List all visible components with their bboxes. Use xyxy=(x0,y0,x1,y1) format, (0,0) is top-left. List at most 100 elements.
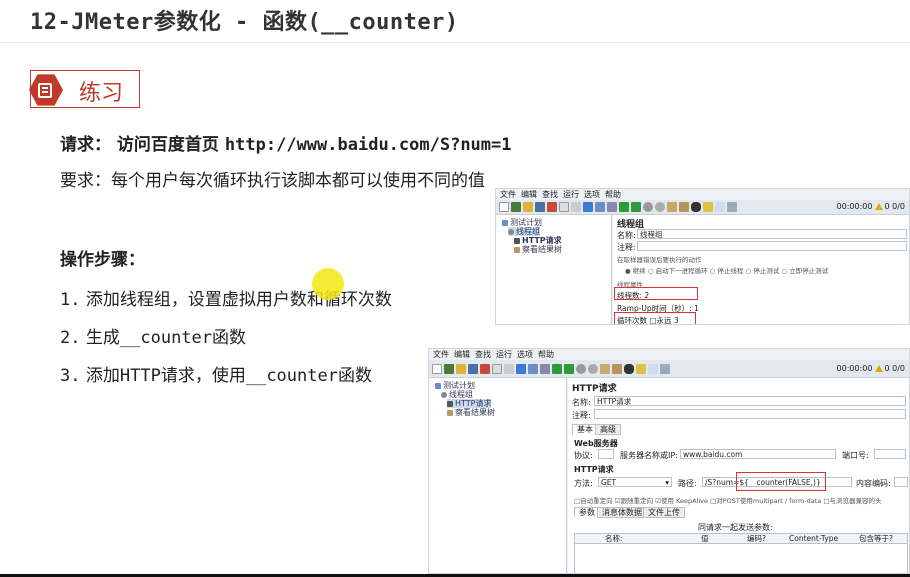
new-icon[interactable] xyxy=(499,202,509,212)
start-icon[interactable] xyxy=(552,363,562,374)
menu-options[interactable]: 选项 xyxy=(584,190,600,199)
comment-input[interactable] xyxy=(594,409,906,419)
protocol-input[interactable] xyxy=(598,449,614,459)
tree-node-thread-group[interactable]: 线程组 xyxy=(441,390,473,399)
encoding-input[interactable] xyxy=(894,477,908,487)
web-server-label: Web服务器 xyxy=(574,439,618,448)
radio-stop-thread[interactable]: ○ 停止线程 xyxy=(710,267,744,275)
tree-node-test-plan[interactable]: 测试计划 xyxy=(435,381,475,390)
server-input[interactable]: www.baidu.com xyxy=(680,449,836,459)
copy-icon[interactable] xyxy=(492,363,502,374)
menu-file[interactable]: 文件 xyxy=(500,190,516,199)
expand-icon[interactable] xyxy=(583,202,593,212)
http-request-panel: HTTP请求 名称: HTTP请求 注释: 基本 高级 Web服务器 协议: 服… xyxy=(568,378,909,573)
redirect-auto-checkbox[interactable]: □自动重定向 xyxy=(574,497,613,505)
subtab-files-upload[interactable]: 文件上传 xyxy=(643,507,685,518)
start-no-pause-icon[interactable] xyxy=(564,363,574,374)
radio-stop-test[interactable]: ○ 停止测试 xyxy=(745,267,779,275)
clear-all-icon[interactable] xyxy=(679,202,689,212)
comment-input[interactable] xyxy=(637,241,907,251)
search-icon[interactable] xyxy=(624,363,634,374)
cut-icon[interactable] xyxy=(547,202,557,212)
menu-edit[interactable]: 编辑 xyxy=(521,190,537,199)
open-icon[interactable] xyxy=(456,363,466,374)
expand-icon[interactable] xyxy=(516,363,526,374)
function-helper-icon[interactable] xyxy=(715,202,725,212)
thread-group-icon xyxy=(441,392,447,398)
badge-label: 练习 xyxy=(79,81,124,106)
name-input[interactable]: HTTP请求 xyxy=(594,396,906,406)
cut-icon[interactable] xyxy=(480,363,490,374)
port-input[interactable] xyxy=(874,449,906,459)
clear-icon[interactable] xyxy=(667,202,677,212)
toggle-icon[interactable] xyxy=(540,363,550,374)
templates-icon[interactable] xyxy=(444,363,454,374)
stop-icon[interactable] xyxy=(643,202,653,212)
shutdown-icon[interactable] xyxy=(588,363,598,374)
tree-node-http-request[interactable]: HTTP请求 xyxy=(514,236,562,245)
clear-all-icon[interactable] xyxy=(612,363,622,374)
keepalive-checkbox[interactable]: ☑使用 KeepAlive xyxy=(655,497,708,505)
encoding-label: 内容编码: xyxy=(856,479,891,488)
menu-search[interactable]: 查找 xyxy=(475,350,491,359)
menu-run[interactable]: 运行 xyxy=(496,350,512,359)
stop-icon[interactable] xyxy=(576,363,586,374)
subtab-body-data[interactable]: 消息体数据 xyxy=(597,507,647,518)
search-icon[interactable] xyxy=(691,202,701,212)
browser-headers-checkbox[interactable]: □与浏览器兼容的头 xyxy=(823,497,881,505)
paste-icon[interactable] xyxy=(504,363,514,374)
test-plan-tree: 测试计划 线程组 HTTP请求 察看结果树 xyxy=(496,215,612,324)
save-icon[interactable] xyxy=(468,363,478,374)
http-request-section-label: HTTP请求 xyxy=(574,465,614,474)
function-helper-icon[interactable] xyxy=(648,363,658,374)
follow-redirects-checkbox[interactable]: ☑跟随重定向 xyxy=(615,497,653,505)
method-select[interactable]: GET ▾ xyxy=(598,477,672,487)
sampler-icon xyxy=(447,401,453,407)
mouse-highlight xyxy=(312,268,344,300)
radio-next-loop[interactable]: ○ 启动下一进程循环 xyxy=(648,267,708,275)
menu-help[interactable]: 帮助 xyxy=(605,190,621,199)
path-highlight-box xyxy=(736,472,826,491)
start-no-pause-icon[interactable] xyxy=(631,202,641,212)
paste-icon[interactable] xyxy=(571,202,581,212)
menu-file[interactable]: 文件 xyxy=(433,350,449,359)
clear-icon[interactable] xyxy=(600,363,610,374)
test-plan-tree: 测试计划 线程组 HTTP请求 察看结果树 xyxy=(429,378,567,573)
menu-options[interactable]: 选项 xyxy=(517,350,533,359)
shutdown-icon[interactable] xyxy=(655,202,665,212)
help-icon[interactable] xyxy=(727,202,737,212)
toggle-icon[interactable] xyxy=(607,202,617,212)
tree-node-results-tree[interactable]: 察看结果树 xyxy=(447,408,495,417)
new-icon[interactable] xyxy=(432,363,442,374)
help-icon[interactable] xyxy=(660,363,670,374)
templates-icon[interactable] xyxy=(511,202,521,212)
comment-label: 注释: xyxy=(572,411,591,420)
test-plan-icon xyxy=(502,220,508,226)
tab-advanced[interactable]: 高级 xyxy=(595,424,621,435)
step-text: 添加线程组，设置虚拟用户数和循环次数 xyxy=(85,290,392,310)
menu-search[interactable]: 查找 xyxy=(542,190,558,199)
open-icon[interactable] xyxy=(523,202,533,212)
tree-node-thread-group[interactable]: 线程组 xyxy=(508,227,540,236)
collapse-icon[interactable] xyxy=(595,202,605,212)
title-divider xyxy=(0,42,910,43)
name-input[interactable]: 线程组 xyxy=(637,229,907,239)
params-table-body[interactable] xyxy=(574,544,908,573)
step-text: 函数 xyxy=(337,366,372,386)
copy-icon[interactable] xyxy=(559,202,569,212)
collapse-icon[interactable] xyxy=(528,363,538,374)
reset-search-icon[interactable] xyxy=(636,363,646,374)
reset-search-icon[interactable] xyxy=(703,202,713,212)
tree-node-results-tree[interactable]: 察看结果树 xyxy=(514,245,562,254)
tree-node-test-plan[interactable]: 测试计划 xyxy=(502,218,542,227)
multipart-checkbox[interactable]: □对POST使用multipart / form-data xyxy=(710,497,821,505)
radio-continue[interactable]: ● 继续 xyxy=(625,267,646,275)
options-checkboxes: □自动重定向 ☑跟随重定向 ☑使用 KeepAlive □对POST使用mult… xyxy=(574,495,882,505)
radio-stop-test-now[interactable]: ○ 立即停止测试 xyxy=(781,267,828,275)
save-icon[interactable] xyxy=(535,202,545,212)
tree-node-http-request[interactable]: HTTP请求 xyxy=(447,399,492,408)
menu-run[interactable]: 运行 xyxy=(563,190,579,199)
start-icon[interactable] xyxy=(619,202,629,212)
menu-edit[interactable]: 编辑 xyxy=(454,350,470,359)
menu-help[interactable]: 帮助 xyxy=(538,350,554,359)
